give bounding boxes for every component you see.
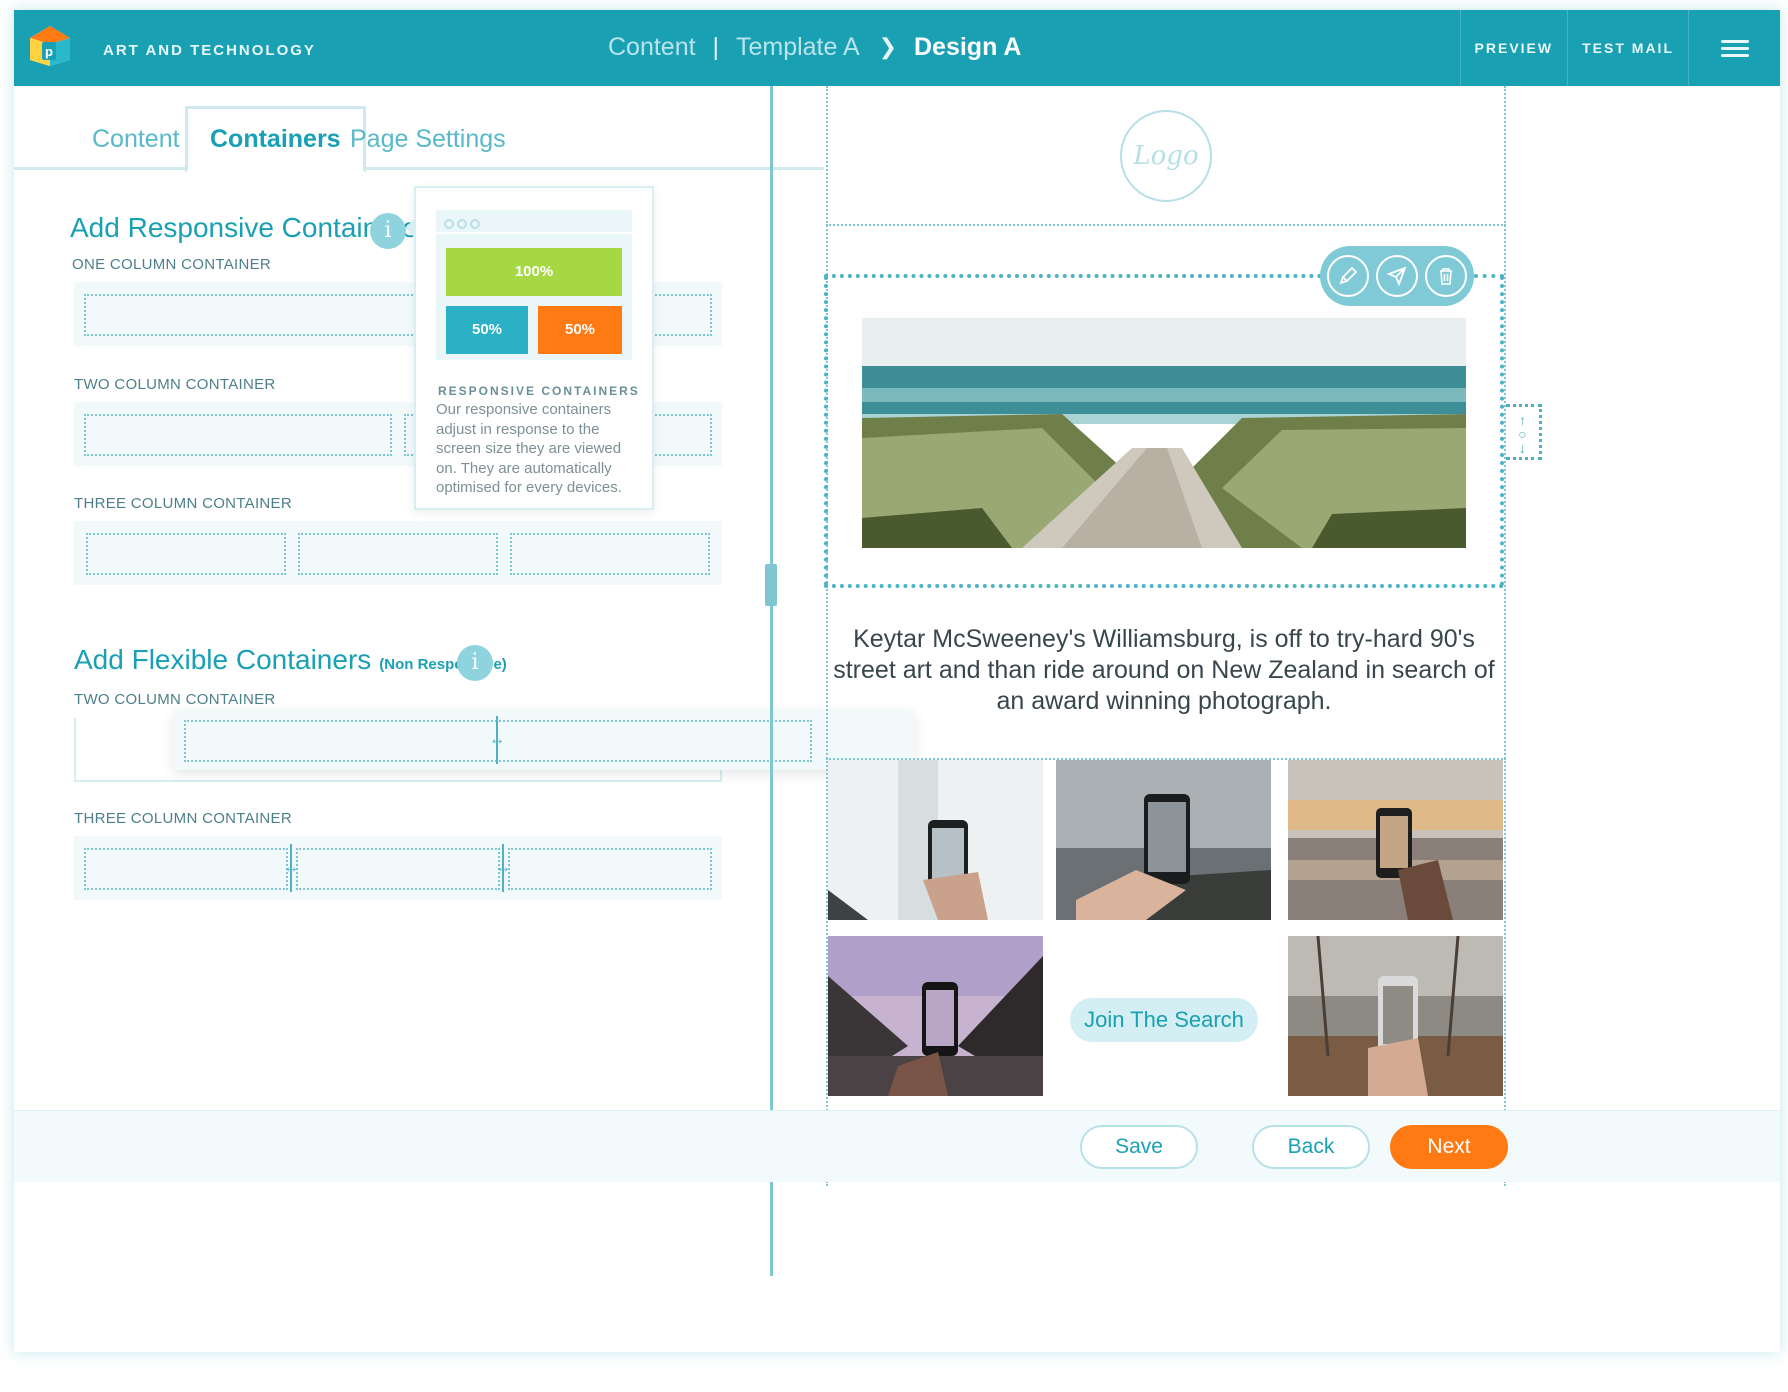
chevron-right-icon: ❯ <box>878 34 898 60</box>
photo-pink-sky[interactable] <box>828 936 1043 1096</box>
row-guide <box>826 224 1506 226</box>
panel-divider <box>770 86 773 1276</box>
hero-image[interactable] <box>862 318 1466 548</box>
selection-border <box>824 584 1504 588</box>
hamburger-icon <box>1720 36 1749 61</box>
flexible-title-text: Add Flexible Containers <box>74 644 372 675</box>
half-width-bar-left: 50% <box>446 306 528 354</box>
back-button[interactable]: Back <box>1252 1125 1370 1169</box>
block-toolbar <box>1320 246 1474 306</box>
logo-placeholder[interactable]: Logo <box>1120 110 1212 202</box>
column-slot <box>508 848 712 890</box>
column-resize-handle[interactable]: ↔ <box>482 716 512 764</box>
svg-text:p: p <box>45 44 53 59</box>
flexible-two-column-label: TWO COLUMN CONTAINER <box>74 691 276 708</box>
canvas-guide-right <box>1504 86 1506 1186</box>
column-resize-handle[interactable]: ↔ <box>488 844 518 892</box>
window-dots-icon <box>436 210 632 234</box>
tooltip-illustration: 100% 50% 50% <box>436 210 632 360</box>
divider-drag-handle[interactable] <box>765 564 777 606</box>
panel-tabs: Content Containers Page Settings <box>14 106 824 173</box>
flexible-section-title: Add Flexible Containers (Non Responsive) <box>74 644 507 676</box>
column-slot <box>296 848 500 890</box>
info-icon[interactable]: i <box>457 645 493 681</box>
row-resize-handle[interactable]: ↑ ○ ↓ <box>1506 404 1542 460</box>
one-column-label: ONE COLUMN CONTAINER <box>72 256 272 273</box>
top-bar: p ART AND TECHNOLOGY Content | Template … <box>14 10 1780 86</box>
photo-sunset-beach[interactable] <box>1288 760 1503 920</box>
column-slot <box>84 414 392 456</box>
brand-logo-icon[interactable]: p <box>28 24 72 68</box>
half-width-bar-right: 50% <box>538 306 622 354</box>
breadcrumb-separator: | <box>712 32 720 61</box>
responsive-info-tooltip: 100% 50% 50% RESPONSIVE CONTAINERS Our r… <box>405 186 654 510</box>
selection-border <box>1474 274 1504 278</box>
column-slot <box>84 848 288 890</box>
email-builder-window: p ART AND TECHNOLOGY Content | Template … <box>14 10 1780 1352</box>
resize-vertical-icon: ↑ ○ ↓ <box>1518 412 1527 456</box>
column-slot <box>298 533 498 575</box>
photo-sea-rocks[interactable] <box>1056 760 1271 920</box>
full-width-bar: 100% <box>446 248 622 296</box>
containers-panel: Content Containers Page Settings Add Res… <box>14 86 914 1276</box>
responsive-section-title: Add Responsive Containers <box>70 212 418 243</box>
footer-bar: Save Back Next <box>14 1110 1780 1182</box>
column-slot <box>510 533 710 575</box>
breadcrumb-current: Design A <box>914 32 1022 61</box>
photo-forest[interactable] <box>1288 936 1503 1096</box>
breadcrumb-template[interactable]: Template A <box>736 33 860 62</box>
two-column-label: TWO COLUMN CONTAINER <box>74 376 276 393</box>
photo-lighthouse[interactable] <box>828 760 1043 920</box>
preview-button[interactable]: PREVIEW <box>1459 10 1568 86</box>
info-icon[interactable]: i <box>370 213 406 249</box>
next-button[interactable]: Next <box>1390 1125 1508 1169</box>
send-icon[interactable] <box>1376 255 1418 297</box>
column-slot <box>86 533 286 575</box>
story-text[interactable]: Keytar McSweeney's Williamsburg, is off … <box>828 624 1500 717</box>
column-resize-handle[interactable]: ↔ <box>276 844 306 892</box>
breadcrumb-content[interactable]: Content <box>608 33 696 62</box>
trash-icon[interactable] <box>1425 255 1467 297</box>
three-column-label: THREE COLUMN CONTAINER <box>74 495 292 512</box>
flexible-three-column-label: THREE COLUMN CONTAINER <box>74 810 292 827</box>
top-actions: PREVIEW TEST MAIL <box>1459 10 1780 86</box>
test-mail-button[interactable]: TEST MAIL <box>1567 10 1688 86</box>
brand-name: ART AND TECHNOLOGY <box>103 42 316 59</box>
three-column-container[interactable] <box>74 521 722 585</box>
menu-button[interactable] <box>1688 10 1780 86</box>
tab-content[interactable]: Content <box>70 108 202 170</box>
flexible-three-column-container[interactable]: ↔ ↔ <box>74 836 722 900</box>
tab-page-settings[interactable]: Page Settings <box>328 108 528 170</box>
save-button[interactable]: Save <box>1080 1125 1198 1169</box>
tooltip-heading: RESPONSIVE CONTAINERS <box>438 384 640 398</box>
join-the-search-button[interactable]: Join The Search <box>1070 998 1258 1042</box>
email-preview: Logo ↑ ○ ↓ Keytar McSweeney's Williamsbu… <box>784 86 1780 1276</box>
tooltip-body: Our responsive containers adjust in resp… <box>436 401 622 496</box>
pencil-icon[interactable] <box>1327 255 1369 297</box>
breadcrumb: Content | Template A ❯ Design A <box>608 32 1021 62</box>
selection-border <box>824 274 1322 278</box>
